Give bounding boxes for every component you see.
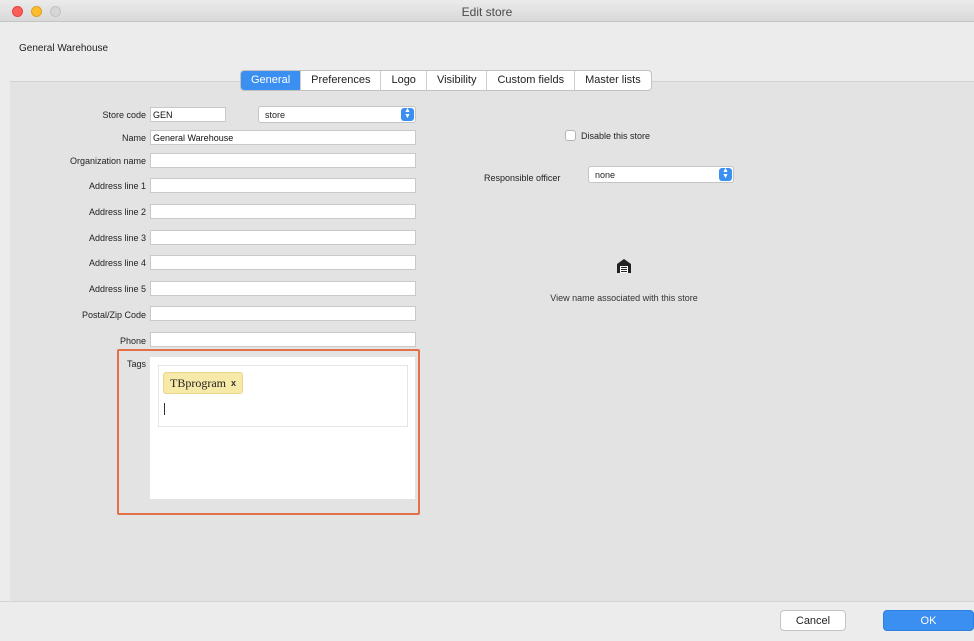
title-bar: Edit store [0,0,974,22]
select-arrows-icon: ▲ ▼ [401,107,414,121]
store-name-icon[interactable] [616,258,632,274]
name-label: Name [121,133,146,143]
tab-general[interactable]: General [241,71,302,90]
address-line-1-field[interactable] [150,178,416,193]
address-line-1-label: Address line 1 [88,181,146,191]
address-line-2-label: Address line 2 [88,207,146,217]
address-line-2-field[interactable] [150,204,416,219]
address-line-3-label: Address line 3 [88,233,146,243]
tag-chip[interactable]: TBprogram x [163,372,244,394]
store-code-field[interactable]: GEN [150,107,226,122]
window-title: Edit store [461,5,513,19]
organization-name-label: Organization name [69,156,146,166]
disable-store-checkbox[interactable] [565,130,576,141]
responsible-officer-value: none [595,170,616,180]
tab-bar: General Preferences Logo Visibility Cust… [240,70,652,91]
phone-field[interactable] [150,332,416,347]
address-line-5-label: Address line 5 [88,284,146,294]
tab-preferences[interactable]: Preferences [301,71,382,90]
name-field[interactable]: General Warehouse [150,130,416,145]
view-name-caption: View name associated with this store [550,293,698,303]
responsible-officer-label: Responsible officer [484,173,561,183]
responsible-officer-select[interactable]: none ▲ ▼ [588,166,734,183]
store-heading: General Warehouse [19,43,109,54]
tag-chip-label: TBprogram [170,376,226,390]
address-line-4-field[interactable] [150,255,416,270]
ok-button[interactable]: OK [883,610,974,631]
organization-name-field[interactable] [150,153,416,168]
store-type-value: store [265,110,286,120]
tag-remove-icon[interactable]: x [231,373,236,393]
store-code-label: Store code [102,110,146,120]
tab-visibility[interactable]: Visibility [427,71,488,90]
address-line-3-field[interactable] [150,230,416,245]
address-line-4-label: Address line 4 [88,258,146,268]
store-type-select[interactable]: store ▲ ▼ [258,106,416,123]
text-cursor [164,403,165,415]
cancel-button[interactable]: Cancel [780,610,846,631]
phone-label: Phone [119,336,146,346]
postal-code-label: Postal/Zip Code [81,310,146,320]
address-line-5-field[interactable] [150,281,416,296]
postal-code-field[interactable] [150,306,416,321]
disable-store-label: Disable this store [581,131,651,141]
tab-custom-fields[interactable]: Custom fields [487,71,576,90]
tab-logo[interactable]: Logo [381,71,427,90]
tab-master-lists[interactable]: Master lists [575,71,651,90]
select-arrows-icon: ▲ ▼ [719,167,732,181]
